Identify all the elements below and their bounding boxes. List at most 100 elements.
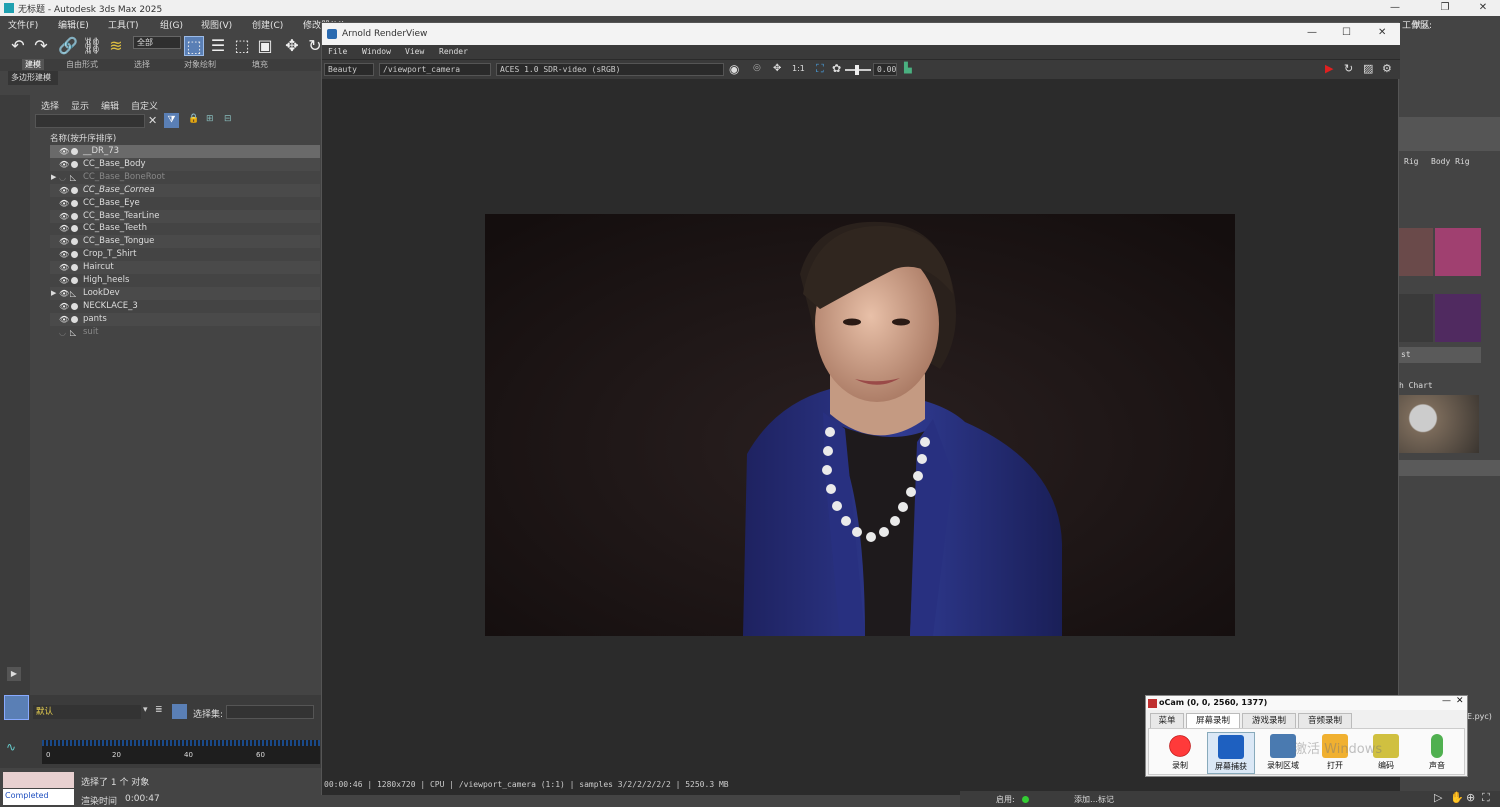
redo-icon[interactable]: ↷	[31, 36, 51, 56]
visibility-eye-icon[interactable]: ◡	[59, 171, 66, 184]
explorer-row[interactable]: 👁 Haircut	[50, 261, 320, 275]
visibility-eye-icon[interactable]: ◡	[59, 326, 66, 339]
rv-menu-view[interactable]: View	[405, 47, 424, 56]
play-icon[interactable]: ▶	[7, 667, 21, 681]
menu-view[interactable]: 视图(V)	[201, 18, 232, 31]
explorer-row[interactable]: 👁 CC_Base_TearLine	[50, 209, 320, 223]
explorer-row[interactable]: 👁 NECKLACE_3	[50, 300, 320, 313]
tab-rig[interactable]: Rig	[1404, 157, 1418, 166]
clear-search-icon[interactable]: ✕	[148, 114, 157, 127]
exposure-slider-handle[interactable]	[855, 65, 859, 75]
camera-dropdown[interactable]: /viewport_camera	[379, 63, 491, 76]
ocam-tab-screen-record[interactable]: 屏幕录制	[1186, 713, 1240, 729]
menu-edit[interactable]: 编辑(E)	[58, 18, 89, 31]
rectangular-selection-icon[interactable]: ⬚	[232, 36, 252, 56]
enable-indicator[interactable]	[1022, 796, 1029, 803]
visibility-eye-icon[interactable]: 👁	[59, 248, 69, 261]
ribbon-tab-object-paint[interactable]: 对象绘制	[184, 59, 216, 70]
explorer-row[interactable]: 👁 CC_Base_Tongue	[50, 235, 320, 249]
visibility-eye-icon[interactable]: 👁	[59, 287, 69, 300]
ocam-sound-button[interactable]: 声音	[1413, 732, 1461, 774]
panel-button[interactable]	[1399, 460, 1500, 476]
explorer-menu-select[interactable]: 选择	[41, 99, 59, 112]
hierarchy-icon[interactable]: ⊞	[206, 114, 214, 124]
thumbnail-body-1[interactable]	[1399, 294, 1433, 342]
ribbon-tab-modeling[interactable]: 建模	[22, 59, 44, 70]
explorer-menu-display[interactable]: 显示	[71, 99, 89, 112]
close-icon[interactable]: ✕	[1468, 0, 1498, 16]
filter-toggle-icon[interactable]: ⧩	[164, 113, 179, 128]
menu-file[interactable]: 文件(F)	[8, 18, 38, 31]
visibility-eye-icon[interactable]: 👁	[59, 261, 69, 274]
selection-set-dropdown[interactable]	[226, 705, 314, 719]
layers-icon[interactable]: ≣	[155, 705, 163, 715]
explorer-column-header[interactable]: 名称(按升序排序)	[50, 132, 116, 144]
menu-tools[interactable]: 工具(T)	[108, 18, 139, 31]
explorer-row[interactable]: ▶ ◡ ◺ CC_Base_BoneRoot	[50, 171, 320, 184]
visibility-eye-icon[interactable]: 👁	[59, 313, 69, 326]
tab-body-rig[interactable]: Body Rig	[1431, 157, 1470, 166]
explorer-row[interactable]: 👁 Crop_T_Shirt	[50, 248, 320, 261]
orbit-icon[interactable]: ▷	[1434, 791, 1442, 804]
layer-dropdown[interactable]: 默认	[33, 705, 141, 719]
unlink-icon[interactable]: ⛓	[82, 36, 102, 56]
channel-icon[interactable]: ◎	[753, 63, 761, 73]
ribbon-tab-selection[interactable]: 选择	[134, 59, 150, 70]
explorer-row[interactable]: ▶ 👁 ◺ LookDev	[50, 286, 320, 300]
ocam-capture-button[interactable]: 屏幕捕获	[1207, 732, 1255, 774]
menu-create[interactable]: 创建(C)	[252, 18, 283, 31]
ocam-close-icon[interactable]: ✕	[1456, 696, 1464, 706]
layer-dropdown-arrow-icon[interactable]: ▾	[143, 705, 148, 715]
refresh-icon[interactable]: ↻	[1344, 62, 1353, 75]
menu-group[interactable]: 组(G)	[160, 18, 183, 31]
thumbnail-face-2[interactable]	[1435, 228, 1481, 276]
maxscript-output[interactable]: Completed	[3, 789, 74, 805]
explorer-search-input[interactable]	[35, 114, 145, 128]
maximize-viewport-icon[interactable]: ⛶	[1482, 791, 1490, 805]
explorer-menu-edit[interactable]: 编辑	[101, 99, 119, 112]
debug-shading-icon[interactable]: ▨	[1363, 62, 1373, 75]
render-play-icon[interactable]: ▶	[1325, 62, 1333, 75]
rv-menu-render[interactable]: Render	[439, 47, 468, 56]
visibility-eye-icon[interactable]: 👁	[59, 222, 69, 235]
visibility-eye-icon[interactable]: 👁	[59, 197, 69, 210]
expand-arrow-icon[interactable]: ▶	[51, 287, 56, 300]
window-crossing-icon[interactable]: ▣	[255, 36, 275, 56]
exposure-value[interactable]: 0.00	[873, 63, 897, 76]
rv-maximize-icon[interactable]: ☐	[1342, 27, 1351, 38]
workspace-dropdown[interactable]: 默认	[1412, 18, 1430, 31]
explorer-row[interactable]: 👁 CC_Base_Eye	[50, 197, 320, 210]
explorer-row[interactable]: 👁 CC_Base_Cornea	[50, 183, 320, 197]
ratio-label[interactable]: 1:1	[792, 64, 805, 73]
visibility-eye-icon[interactable]: 👁	[59, 158, 69, 171]
layer-manager-icon[interactable]	[172, 704, 187, 719]
aov-dropdown[interactable]: Beauty	[324, 63, 374, 76]
maxscript-listener-pink[interactable]	[3, 772, 74, 788]
viewport-layout-icon[interactable]	[4, 695, 29, 720]
material-sphere-preview[interactable]	[1399, 395, 1479, 453]
ocam-tab-menu[interactable]: 菜单	[1150, 713, 1184, 729]
ribbon-tab-populate[interactable]: 填充	[252, 59, 268, 70]
rv-close-icon[interactable]: ✕	[1378, 27, 1386, 38]
snapshot-icon[interactable]: ▙	[904, 63, 912, 74]
add-tag-label[interactable]: 添加…标记	[1074, 794, 1114, 805]
visibility-eye-icon[interactable]: 👁	[59, 210, 69, 223]
explorer-row[interactable]: 👁 __DR_73	[50, 145, 320, 158]
visibility-eye-icon[interactable]: 👁	[59, 184, 69, 197]
explorer-row[interactable]: 👁 pants	[50, 312, 320, 326]
timeline[interactable]: 0 20 40 60	[42, 740, 320, 764]
move-icon[interactable]: ✥	[282, 36, 302, 56]
exposure-icon[interactable]: ✿	[832, 62, 841, 75]
explorer-row[interactable]: 👁 CC_Base_Teeth	[50, 222, 320, 235]
rv-minimize-icon[interactable]: —	[1307, 27, 1317, 38]
expand-arrow-icon[interactable]: ▶	[51, 171, 56, 184]
selection-filter-dropdown[interactable]: 全部	[133, 36, 181, 49]
layer-icon[interactable]: ⊟	[224, 114, 232, 124]
link-icon[interactable]: 🔗	[58, 36, 78, 56]
select-object-icon[interactable]: ⬚	[184, 36, 204, 56]
ocam-tab-audio-record[interactable]: 音频录制	[1298, 713, 1352, 729]
explorer-row[interactable]: 👁 High_heels	[50, 274, 320, 287]
rv-menu-window[interactable]: Window	[362, 47, 391, 56]
ribbon-sub-poly-modeling[interactable]: 多边形建模	[8, 71, 58, 85]
zoom-icon[interactable]: ⊕	[1466, 791, 1475, 804]
